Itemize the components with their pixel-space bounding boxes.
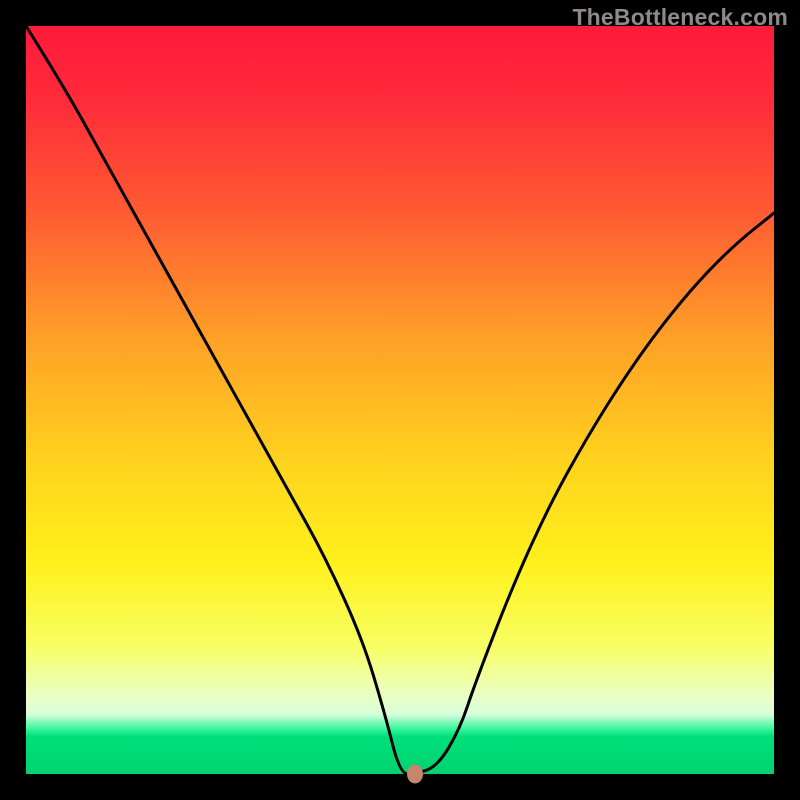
bottleneck-curve	[26, 26, 774, 774]
chart-frame: TheBottleneck.com	[0, 0, 800, 800]
current-config-marker	[407, 765, 423, 784]
plot-area	[26, 26, 774, 774]
watermark-text: TheBottleneck.com	[572, 4, 788, 31]
